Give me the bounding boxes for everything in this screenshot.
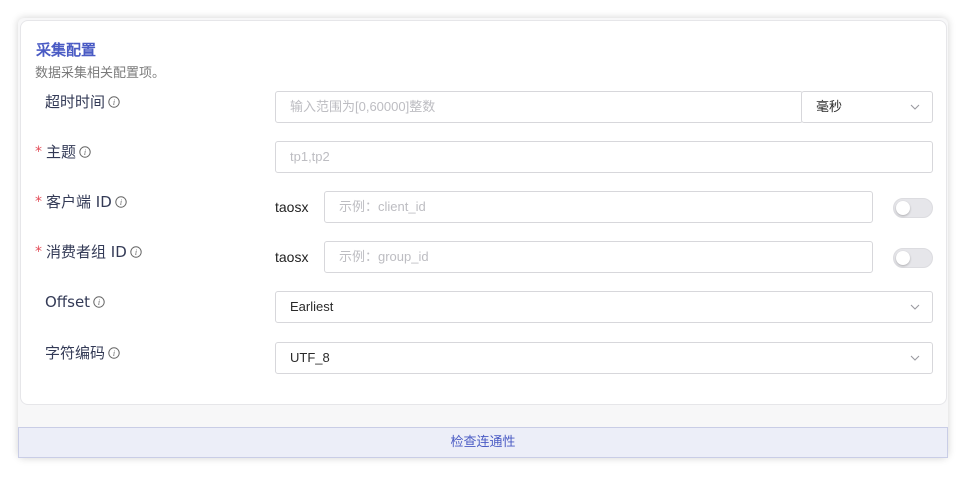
timeout-label: 超时时间 i — [35, 91, 120, 123]
client-id-prefix: taosx — [275, 199, 309, 215]
required-mark: * — [35, 144, 42, 160]
group-id-input[interactable]: 示例：group_id — [324, 241, 873, 273]
chevron-down-icon — [910, 104, 920, 110]
svg-text:i: i — [84, 148, 86, 157]
timeout-row: 超时时间 i 输入范围为[0,60000]整数 毫秒 — [21, 91, 946, 123]
offset-select[interactable]: Earliest — [275, 291, 933, 323]
section-title: 采集配置 — [36, 41, 97, 59]
info-icon[interactable]: i — [79, 146, 91, 158]
toggle-knob — [896, 251, 910, 265]
offset-label: Offset i — [35, 291, 105, 323]
group-id-row: * 消费者组 ID i taosx 示例：group_id — [21, 241, 946, 273]
group-id-label: * 消费者组 ID i — [35, 241, 142, 273]
chevron-down-icon — [910, 355, 920, 361]
info-icon[interactable]: i — [130, 246, 142, 258]
collection-config-card: 采集配置 数据采集相关配置项。 超时时间 i 输入范围为[0,60000]整数 … — [20, 20, 947, 405]
timeout-input[interactable]: 输入范围为[0,60000]整数 — [275, 91, 803, 123]
topic-row: * 主题 i tp1,tp2 — [21, 141, 946, 173]
info-icon[interactable]: i — [115, 196, 127, 208]
svg-text:i: i — [113, 98, 115, 107]
required-mark: * — [35, 194, 42, 210]
timeout-unit-select[interactable]: 毫秒 — [801, 91, 933, 123]
encoding-label: 字符编码 i — [35, 342, 120, 374]
topic-label: * 主题 i — [35, 141, 91, 173]
client-id-label: * 客户端 ID i — [35, 191, 127, 223]
offset-row: Offset i Earliest — [21, 291, 946, 323]
section-description: 数据采集相关配置项。 — [35, 66, 166, 81]
toggle-knob — [896, 201, 910, 215]
info-icon[interactable]: i — [108, 96, 120, 108]
topic-input[interactable]: tp1,tp2 — [275, 141, 933, 173]
encoding-row: 字符编码 i UTF_8 — [21, 342, 946, 374]
group-id-prefix: taosx — [275, 249, 309, 265]
client-id-toggle[interactable] — [893, 198, 933, 218]
svg-text:i: i — [98, 298, 100, 307]
svg-text:i: i — [113, 349, 115, 358]
svg-text:i: i — [135, 248, 137, 257]
client-id-input[interactable]: 示例：client_id — [324, 191, 873, 223]
group-id-toggle[interactable] — [893, 248, 933, 268]
check-connectivity-button[interactable]: 检查连通性 — [18, 427, 948, 458]
client-id-row: * 客户端 ID i taosx 示例：client_id — [21, 191, 946, 223]
chevron-down-icon — [910, 304, 920, 310]
encoding-select[interactable]: UTF_8 — [275, 342, 933, 374]
info-icon[interactable]: i — [93, 296, 105, 308]
svg-text:i: i — [120, 198, 122, 207]
info-icon[interactable]: i — [108, 347, 120, 359]
required-mark: * — [35, 244, 42, 260]
